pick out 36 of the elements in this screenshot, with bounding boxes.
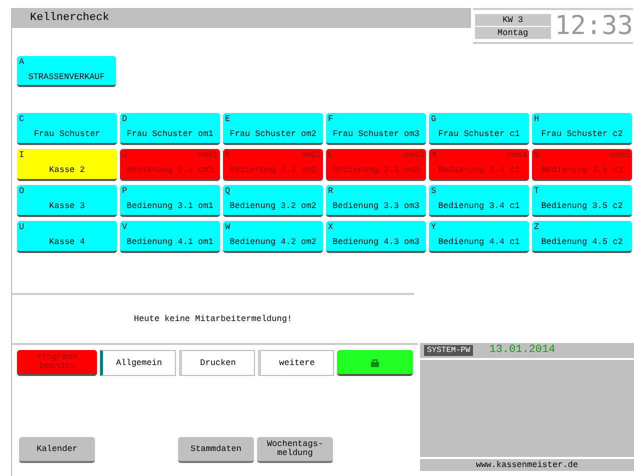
tab[interactable]: weitere xyxy=(258,350,334,376)
tile-button[interactable]: V Bedienung 4.1 om1 xyxy=(120,221,220,253)
tile-button[interactable]: D Frau Schuster om1 xyxy=(120,113,220,145)
date-text: 13.01.2014 xyxy=(489,343,556,358)
message-text: Heute keine Mitarbeitermeldung! xyxy=(134,312,292,326)
menu-button[interactable]: Stammdaten xyxy=(178,437,254,463)
tile-button[interactable]: X Bedienung 4.3 om3 xyxy=(326,221,426,253)
menu-button[interactable]: Wochentags- meldung xyxy=(257,437,333,463)
weekday-label: Montag xyxy=(475,26,551,38)
lock-icon xyxy=(370,358,380,366)
lock-button[interactable] xyxy=(337,350,413,376)
tile-button[interactable]: O Kasse 3 xyxy=(17,185,117,217)
tile-button[interactable]: Y Bedienung 4.4 c1 xyxy=(429,221,529,253)
tab[interactable]: Allgemein xyxy=(100,350,176,376)
tile-button[interactable]: W Bedienung 4.2 om2 xyxy=(223,221,323,253)
tile-button[interactable]: Z Bedienung 4.5 c2 xyxy=(532,221,632,253)
menu-button[interactable]: Kalender xyxy=(19,437,95,463)
tile-button[interactable]: C Frau Schuster xyxy=(17,113,117,145)
tile-button[interactable]: I Kasse 2 xyxy=(17,149,117,181)
tile-button[interactable]: R Bedienung 3.3 om3 xyxy=(326,185,426,217)
tile-button[interactable]: H Frau Schuster c2 xyxy=(532,113,632,145)
tile-button[interactable]: T Bedienung 3.5 c2 xyxy=(532,185,632,217)
system-badge: SYSTEM-PW xyxy=(424,345,474,356)
tile-button[interactable]: S Bedienung 3.4 c1 xyxy=(429,185,529,217)
tile-button[interactable]: F Frau Schuster om3 xyxy=(326,113,426,145)
title-bar: Kellnercheck xyxy=(12,8,471,28)
clock-time: 12:33 xyxy=(554,11,633,41)
tile-button[interactable]: E Frau Schuster om2 xyxy=(223,113,323,145)
tile-button[interactable]: U Kasse 4 xyxy=(17,221,117,253)
tab[interactable]: Drucken xyxy=(179,350,255,376)
tile-button[interactable]: G Frau Schuster c1 xyxy=(429,113,529,145)
week-label: KW 3 xyxy=(475,14,551,26)
tile-button[interactable]: A STRASSENVERKAUF xyxy=(17,56,116,87)
tile-button[interactable]: Q Bedienung 3.2 om2 xyxy=(223,185,323,217)
website-text: www.kassenmeister.de xyxy=(476,458,578,472)
tile-button[interactable]: P Bedienung 3.1 om1 xyxy=(120,185,220,217)
